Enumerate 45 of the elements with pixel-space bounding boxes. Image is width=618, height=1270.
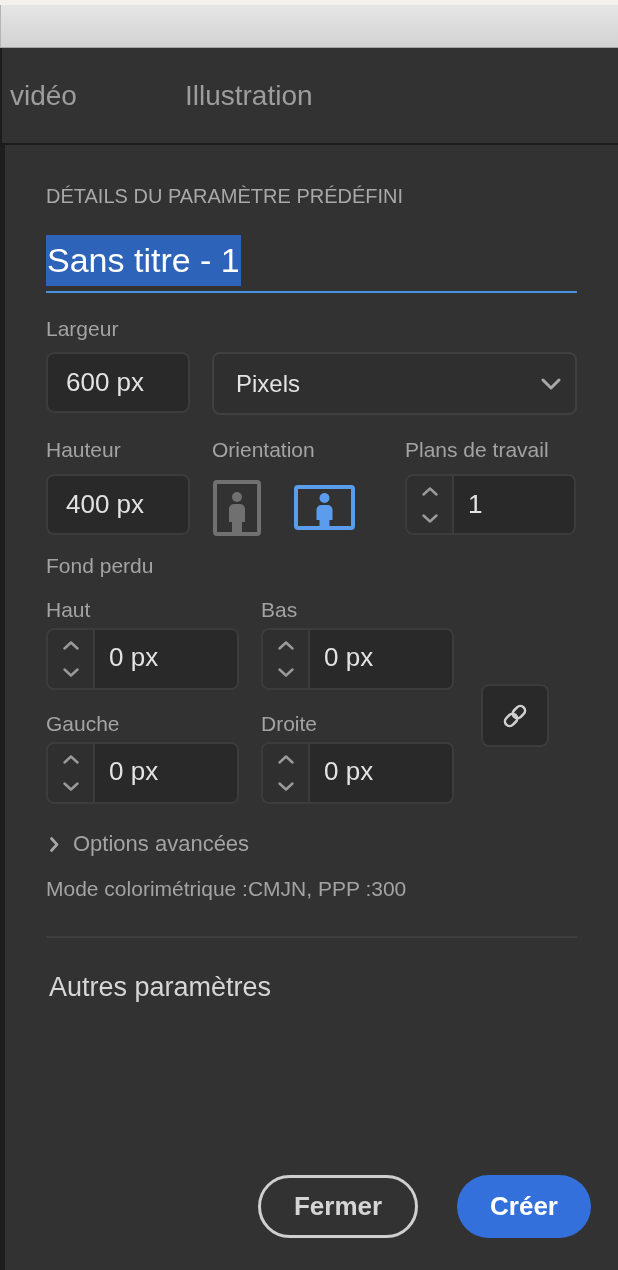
chevron-up-icon[interactable] [421,486,438,496]
units-dropdown[interactable]: Pixels [212,352,577,415]
value-field[interactable]: 0 px [310,630,452,688]
chevron-down-icon [541,377,561,390]
field-label: Fond perdu [46,554,154,578]
advanced-options-toggle[interactable]: Options avancées [46,831,250,857]
name-field[interactable]: Sans titre - 1 [46,235,577,293]
chevron-up-icon[interactable] [62,755,79,764]
number-stepper[interactable]: 0 px [46,742,239,804]
field-label: Orientation [212,438,316,462]
field-label: Plans de travail [405,438,550,462]
value-field[interactable]: 0 px [95,630,237,688]
chevron-up-icon[interactable] [277,641,294,650]
number-stepper[interactable]: 0 px [261,628,454,690]
field-label: Haut [46,598,92,622]
section-heading: Autres paramètres [49,971,272,1003]
number-stepper[interactable]: 0 px [261,742,454,804]
field-label: Bas [261,598,299,622]
chevron-up-icon[interactable] [62,641,79,650]
field-label: Droite [261,712,319,736]
chevron-up-icon[interactable] [277,755,294,764]
number-stepper[interactable]: 1 [405,474,576,535]
close-button[interactable]: Fermer [258,1175,418,1238]
chevron-down-icon[interactable] [62,668,79,677]
width-field[interactable]: 600 px [46,352,190,413]
tab[interactable]: Illustration [184,78,313,116]
landscape-icon[interactable] [294,485,355,530]
portrait-icon[interactable] [213,480,261,536]
chevron-down-icon[interactable] [277,668,294,677]
section-heading: DÉTAILS DU PARAMÈTRE PRÉDÉFINI [46,184,404,208]
number-stepper[interactable]: 0 px [46,628,239,690]
value-field[interactable]: 1 [454,476,574,533]
field-label: Hauteur [46,438,122,462]
tab[interactable]: vidéo [10,78,77,116]
create-button[interactable]: Créer [457,1175,591,1238]
chevron-down-icon[interactable] [62,782,79,791]
field-label: Gauche [46,712,121,736]
color-mode-info: Mode colorimétrique :CMJN, PPP :300 [46,877,407,901]
value-field[interactable]: 0 px [95,744,237,802]
field-label: Largeur [46,317,119,341]
chevron-down-icon[interactable] [421,513,438,523]
link-button[interactable] [481,684,549,747]
height-field[interactable]: 400 px [46,474,190,535]
chevron-down-icon[interactable] [277,782,294,791]
value-field[interactable]: 0 px [310,744,452,802]
